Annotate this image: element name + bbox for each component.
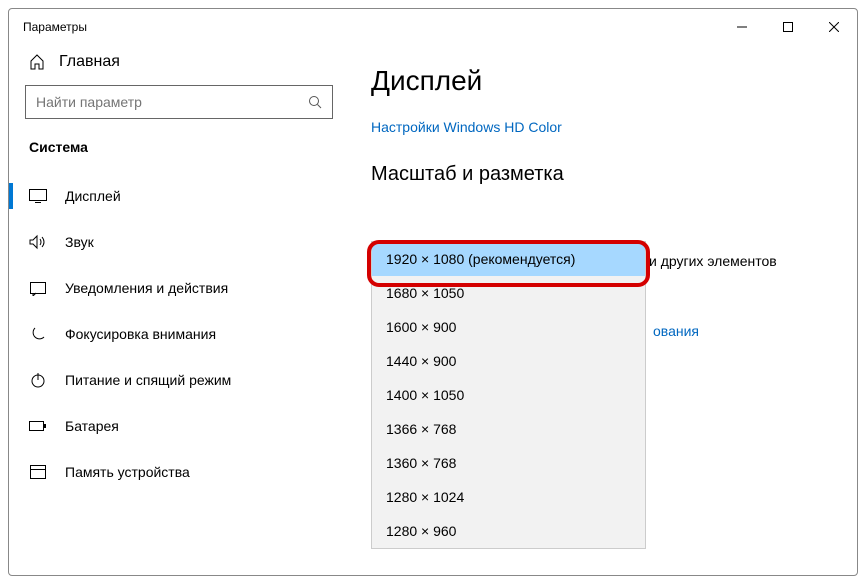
resolution-option[interactable]: 1440 × 900 — [372, 344, 645, 378]
category-heading: Система — [9, 139, 349, 173]
window-title: Параметры — [23, 20, 87, 34]
battery-icon — [29, 417, 47, 435]
sidebar-item-sound[interactable]: Звук — [9, 219, 349, 265]
resolution-scroll[interactable]: 1920 × 1080 (рекомендуется) 1680 × 1050 … — [372, 242, 645, 548]
titlebar: Параметры — [9, 9, 857, 45]
sidebar-item-battery[interactable]: Батарея — [9, 403, 349, 449]
sidebar: Главная Система Дисплей Звук — [9, 45, 349, 575]
search-icon — [308, 95, 322, 109]
focus-icon — [29, 325, 47, 343]
page-title: Дисплей — [371, 65, 817, 97]
notifications-icon — [29, 279, 47, 297]
window-controls — [719, 12, 857, 42]
sidebar-item-label: Звук — [65, 234, 94, 250]
search-input[interactable] — [36, 94, 308, 110]
resolution-option[interactable]: 1680 × 1050 — [372, 276, 645, 310]
sidebar-item-display[interactable]: Дисплей — [9, 173, 349, 219]
sidebar-item-power[interactable]: Питание и спящий режим — [9, 357, 349, 403]
resolution-option[interactable]: 1280 × 1024 — [372, 480, 645, 514]
sound-icon — [29, 233, 47, 251]
sidebar-item-label: Уведомления и действия — [65, 280, 228, 296]
close-button[interactable] — [811, 12, 857, 42]
main-content: Дисплей Настройки Windows HD Color Масшт… — [349, 45, 857, 575]
resolution-option[interactable]: 1400 × 1050 — [372, 378, 645, 412]
maximize-button[interactable] — [765, 12, 811, 42]
home-label: Главная — [59, 53, 120, 71]
power-icon — [29, 371, 47, 389]
sidebar-item-notifications[interactable]: Уведомления и действия — [9, 265, 349, 311]
hd-color-link[interactable]: Настройки Windows HD Color — [371, 119, 817, 135]
scale-heading: Масштаб и разметка — [371, 163, 817, 186]
sidebar-item-label: Память устройства — [65, 464, 190, 480]
sidebar-item-storage[interactable]: Память устройства — [9, 449, 349, 495]
resolution-option[interactable]: 1360 × 768 — [372, 446, 645, 480]
resolution-option[interactable]: 1600 × 900 — [372, 310, 645, 344]
content-row: Главная Система Дисплей Звук — [9, 45, 857, 575]
sidebar-item-label: Дисплей — [65, 188, 121, 204]
resolution-dropdown[interactable]: 1920 × 1080 (рекомендуется) 1680 × 1050 … — [371, 241, 646, 549]
sidebar-item-label: Питание и спящий режим — [65, 372, 231, 388]
partial-link-advanced[interactable]: ования — [653, 323, 699, 339]
home-nav[interactable]: Главная — [9, 53, 349, 85]
partial-text-elements: и других элементов — [649, 253, 777, 269]
sidebar-item-label: Батарея — [65, 418, 119, 434]
resolution-option[interactable]: 1366 × 768 — [372, 412, 645, 446]
search-box[interactable] — [25, 85, 333, 119]
resolution-option[interactable]: 1280 × 960 — [372, 514, 645, 548]
resolution-option[interactable]: 1920 × 1080 (рекомендуется) — [372, 242, 645, 276]
settings-window: Параметры Главная — [8, 8, 858, 576]
minimize-button[interactable] — [719, 12, 765, 42]
storage-icon — [29, 463, 47, 481]
sidebar-item-focus[interactable]: Фокусировка внимания — [9, 311, 349, 357]
sidebar-item-label: Фокусировка внимания — [65, 326, 216, 342]
home-icon — [29, 54, 45, 70]
display-icon — [29, 187, 47, 205]
